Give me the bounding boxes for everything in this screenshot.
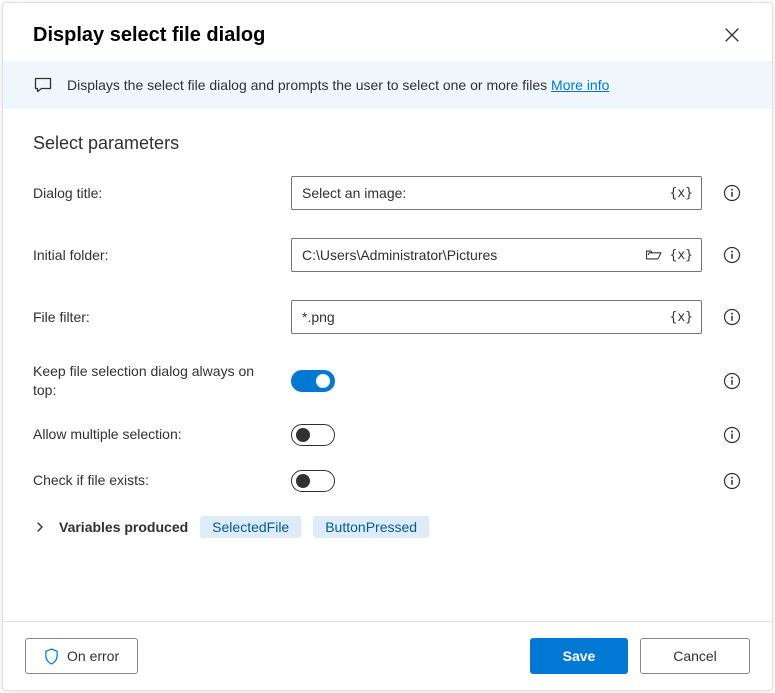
more-info-link[interactable]: More info bbox=[551, 77, 609, 93]
folder-open-icon bbox=[645, 248, 663, 262]
label-allow-multiple: Allow multiple selection: bbox=[33, 425, 291, 444]
info-icon bbox=[723, 308, 741, 326]
row-always-on-top: Keep file selection dialog always on top… bbox=[33, 362, 742, 400]
on-error-button[interactable]: On error bbox=[25, 638, 138, 674]
label-file-filter: File filter: bbox=[33, 308, 291, 327]
help-allow-multiple[interactable] bbox=[722, 425, 742, 445]
cancel-button[interactable]: Cancel bbox=[640, 638, 750, 674]
row-check-exists: Check if file exists: bbox=[33, 470, 742, 492]
info-icon bbox=[723, 184, 741, 202]
label-dialog-title: Dialog title: bbox=[33, 184, 291, 203]
variable-token-icon[interactable]: {x} bbox=[670, 310, 693, 325]
help-file-filter[interactable] bbox=[722, 307, 742, 327]
input-wrap-file-filter: {x} bbox=[291, 300, 702, 334]
cancel-label: Cancel bbox=[673, 648, 717, 664]
save-button[interactable]: Save bbox=[530, 638, 628, 674]
initial-folder-input[interactable] bbox=[292, 247, 644, 263]
variable-chip-selectedfile[interactable]: SelectedFile bbox=[200, 516, 301, 538]
toggle-always-on-top[interactable] bbox=[291, 370, 335, 392]
variable-token-icon[interactable]: {x} bbox=[670, 186, 693, 201]
help-check-exists[interactable] bbox=[722, 471, 742, 491]
row-dialog-title: Dialog title: {x} bbox=[33, 176, 742, 210]
info-icon bbox=[723, 472, 741, 490]
section-heading: Select parameters bbox=[33, 133, 742, 154]
help-initial-folder[interactable] bbox=[722, 245, 742, 265]
dialog-header: Display select file dialog bbox=[3, 3, 772, 61]
dialog: Display select file dialog Displays the … bbox=[2, 2, 773, 691]
row-file-filter: File filter: {x} bbox=[33, 300, 742, 334]
dialog-title: Display select file dialog bbox=[33, 24, 265, 47]
save-label: Save bbox=[563, 648, 596, 664]
info-icon bbox=[723, 372, 741, 390]
info-icon bbox=[723, 426, 741, 444]
help-always-on-top[interactable] bbox=[722, 371, 742, 391]
chat-icon bbox=[33, 75, 53, 95]
close-button[interactable] bbox=[718, 21, 746, 49]
chevron-right-icon bbox=[35, 522, 45, 532]
input-wrap-dialog-title: {x} bbox=[291, 176, 702, 210]
variable-token-icon[interactable]: {x} bbox=[670, 248, 693, 263]
on-error-label: On error bbox=[67, 648, 119, 664]
browse-folder-button[interactable] bbox=[644, 245, 664, 265]
variable-chip-buttonpressed[interactable]: ButtonPressed bbox=[313, 516, 429, 538]
info-banner: Displays the select file dialog and prom… bbox=[3, 61, 772, 109]
info-icon bbox=[723, 246, 741, 264]
help-dialog-title[interactable] bbox=[722, 183, 742, 203]
variables-produced-row: Variables produced SelectedFile ButtonPr… bbox=[33, 516, 742, 538]
file-filter-input[interactable] bbox=[292, 309, 670, 325]
banner-text-content: Displays the select file dialog and prom… bbox=[67, 77, 551, 93]
variables-expand-button[interactable] bbox=[33, 520, 47, 534]
label-check-exists: Check if file exists: bbox=[33, 471, 291, 490]
dialog-footer: On error Save Cancel bbox=[3, 621, 772, 690]
label-initial-folder: Initial folder: bbox=[33, 246, 291, 265]
dialog-body: Select parameters Dialog title: {x} Init… bbox=[3, 109, 772, 621]
shield-icon bbox=[44, 648, 59, 665]
input-wrap-initial-folder: {x} bbox=[291, 238, 702, 272]
banner-text: Displays the select file dialog and prom… bbox=[67, 77, 609, 93]
label-always-on-top: Keep file selection dialog always on top… bbox=[33, 362, 291, 400]
variables-produced-label: Variables produced bbox=[59, 519, 188, 535]
row-allow-multiple: Allow multiple selection: bbox=[33, 424, 742, 446]
dialog-title-input[interactable] bbox=[292, 185, 670, 201]
toggle-allow-multiple[interactable] bbox=[291, 424, 335, 446]
close-icon bbox=[725, 28, 739, 42]
row-initial-folder: Initial folder: {x} bbox=[33, 238, 742, 272]
toggle-check-exists[interactable] bbox=[291, 470, 335, 492]
